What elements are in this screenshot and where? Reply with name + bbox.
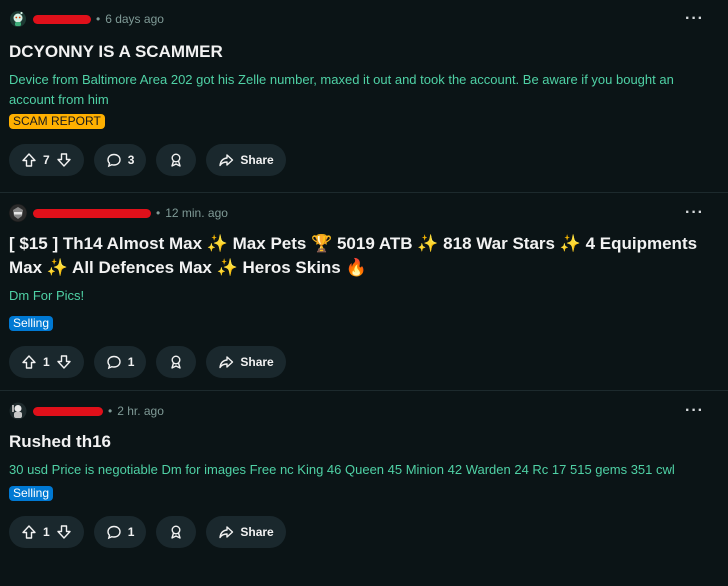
post-title[interactable]: DCYONNY IS A SCAMMER (9, 40, 719, 64)
avatar[interactable] (9, 402, 27, 420)
share-button[interactable]: Share (206, 516, 286, 548)
more-options-icon[interactable]: ··· (685, 10, 704, 28)
comments-button[interactable]: 1 (93, 516, 147, 548)
post-meta: • 12 min. ago ··· (9, 202, 719, 224)
share-label: Share (240, 525, 274, 539)
upvote-icon[interactable] (21, 354, 37, 370)
username-redacted[interactable] (33, 14, 91, 24)
share-button[interactable]: Share (206, 346, 286, 378)
comment-count: 3 (127, 153, 135, 167)
comments-button[interactable]: 1 (93, 346, 147, 378)
post-time: 12 min. ago (165, 206, 228, 220)
comments-button[interactable]: 3 (93, 144, 147, 176)
post-meta: • 2 hr. ago ··· (9, 400, 719, 422)
post-title[interactable]: Rushed th16 (9, 430, 719, 454)
award-icon (171, 355, 182, 369)
post-title-line-2[interactable]: Max ✨ All Defences Max ✨ Heros Skins 🔥 (9, 256, 719, 280)
post-body[interactable]: Device from Baltimore Area 202 got his Z… (9, 70, 719, 110)
post-meta: • 6 days ago ··· (9, 8, 719, 30)
post-flair[interactable]: SCAM REPORT (9, 114, 105, 129)
vote-count: 1 (43, 525, 50, 539)
separator-dot: • (108, 404, 113, 418)
comment-icon (106, 153, 121, 168)
share-label: Share (240, 153, 274, 167)
share-icon (219, 356, 234, 369)
post-card[interactable]: • 6 days ago ··· DCYONNY IS A SCAMMER De… (0, 8, 728, 176)
more-options-icon[interactable]: ··· (685, 204, 704, 222)
share-button[interactable]: Share (206, 144, 286, 176)
award-icon (171, 153, 182, 167)
downvote-icon[interactable] (56, 354, 72, 370)
post-divider (0, 390, 728, 391)
award-button[interactable] (156, 516, 197, 548)
snoo-icon (10, 11, 26, 27)
share-icon (219, 154, 234, 167)
post-flair[interactable]: Selling (9, 316, 54, 331)
post-actions: 1 1 Share (9, 346, 719, 378)
avatar[interactable] (9, 204, 27, 222)
share-icon (219, 526, 234, 539)
award-button[interactable] (156, 144, 197, 176)
post-body[interactable]: Dm For Pics! (9, 286, 719, 306)
comment-icon (106, 525, 121, 540)
post-card[interactable]: • 12 min. ago ··· [ $15 ] Th14 Almost Ma… (0, 202, 728, 378)
comment-count: 1 (127, 355, 135, 369)
vote-count: 7 (43, 153, 50, 167)
downvote-icon[interactable] (56, 524, 72, 540)
separator-dot: • (96, 12, 101, 26)
vote-pill: 1 (9, 346, 84, 378)
post-flair[interactable]: Selling (9, 486, 54, 501)
comment-icon (106, 355, 121, 370)
username-redacted[interactable] (33, 208, 151, 218)
separator-dot: • (156, 206, 161, 220)
avatar[interactable] (9, 10, 27, 28)
post-body[interactable]: 30 usd Price is negotiable Dm for images… (9, 460, 719, 480)
post-time: 6 days ago (105, 12, 164, 26)
username-redacted[interactable] (33, 406, 103, 416)
downvote-icon[interactable] (56, 152, 72, 168)
award-button[interactable] (156, 346, 197, 378)
upvote-icon[interactable] (21, 524, 37, 540)
vote-count: 1 (43, 355, 50, 369)
clan-logo-icon (9, 204, 27, 222)
post-actions: 1 1 Share (9, 516, 719, 548)
vote-pill: 1 (9, 516, 84, 548)
post-divider (0, 192, 728, 193)
post-card[interactable]: • 2 hr. ago ··· Rushed th16 30 usd Price… (0, 400, 728, 548)
post-time: 2 hr. ago (117, 404, 164, 418)
character-avatar-icon (9, 402, 27, 420)
award-icon (171, 525, 182, 539)
vote-pill: 7 (9, 144, 84, 176)
more-options-icon[interactable]: ··· (685, 402, 704, 420)
post-title-line-1[interactable]: [ $15 ] Th14 Almost Max ✨ Max Pets 🏆 501… (9, 232, 719, 256)
comment-count: 1 (127, 525, 135, 539)
upvote-icon[interactable] (21, 152, 37, 168)
post-actions: 7 3 Share (9, 144, 719, 176)
share-label: Share (240, 355, 274, 369)
